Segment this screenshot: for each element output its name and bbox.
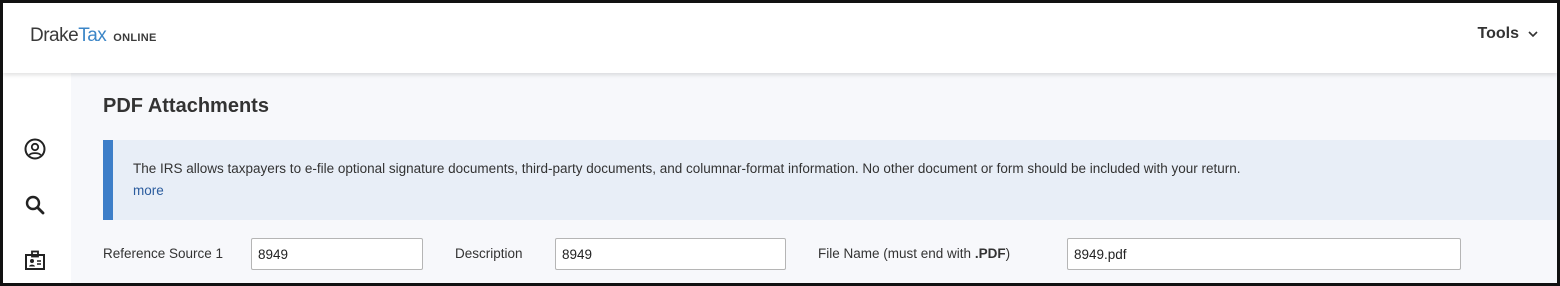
logo-tax-text: Tax <box>78 25 107 46</box>
main-content: PDF Attachments The IRS allows taxpayers… <box>71 73 1557 283</box>
info-banner-text: The IRS allows taxpayers to e-file optio… <box>133 161 1241 176</box>
file-name-label-suffix: ) <box>1005 246 1011 261</box>
search-icon[interactable] <box>23 193 47 217</box>
id-badge-icon[interactable] <box>23 249 47 273</box>
tools-label: Tools <box>1477 25 1519 42</box>
description-label: Description <box>455 246 523 261</box>
logo-drake-text: Drake <box>30 25 79 46</box>
logo-online-text: ONLINE <box>113 32 157 44</box>
description-input[interactable] <box>555 238 786 270</box>
file-name-label-ext: .PDF <box>974 246 1006 261</box>
more-link[interactable]: more <box>133 183 164 198</box>
top-bar: Drake Tax ONLINE Tools <box>3 3 1557 73</box>
tools-menu-button[interactable]: Tools <box>1478 25 1539 43</box>
file-name-label-prefix: File Name (must end with <box>818 246 975 261</box>
file-name-label: File Name (must end with .PDF) <box>818 246 1010 261</box>
page-title: PDF Attachments <box>103 95 269 117</box>
reference-source-input[interactable] <box>251 238 423 270</box>
sidebar <box>3 73 71 283</box>
info-banner: The IRS allows taxpayers to e-file optio… <box>103 140 1557 220</box>
drake-tax-logo[interactable]: Drake Tax ONLINE <box>30 25 157 47</box>
file-name-input[interactable] <box>1067 238 1461 270</box>
user-circle-icon[interactable] <box>23 137 47 161</box>
reference-source-label: Reference Source 1 <box>103 246 224 261</box>
chevron-down-icon <box>1528 31 1538 38</box>
